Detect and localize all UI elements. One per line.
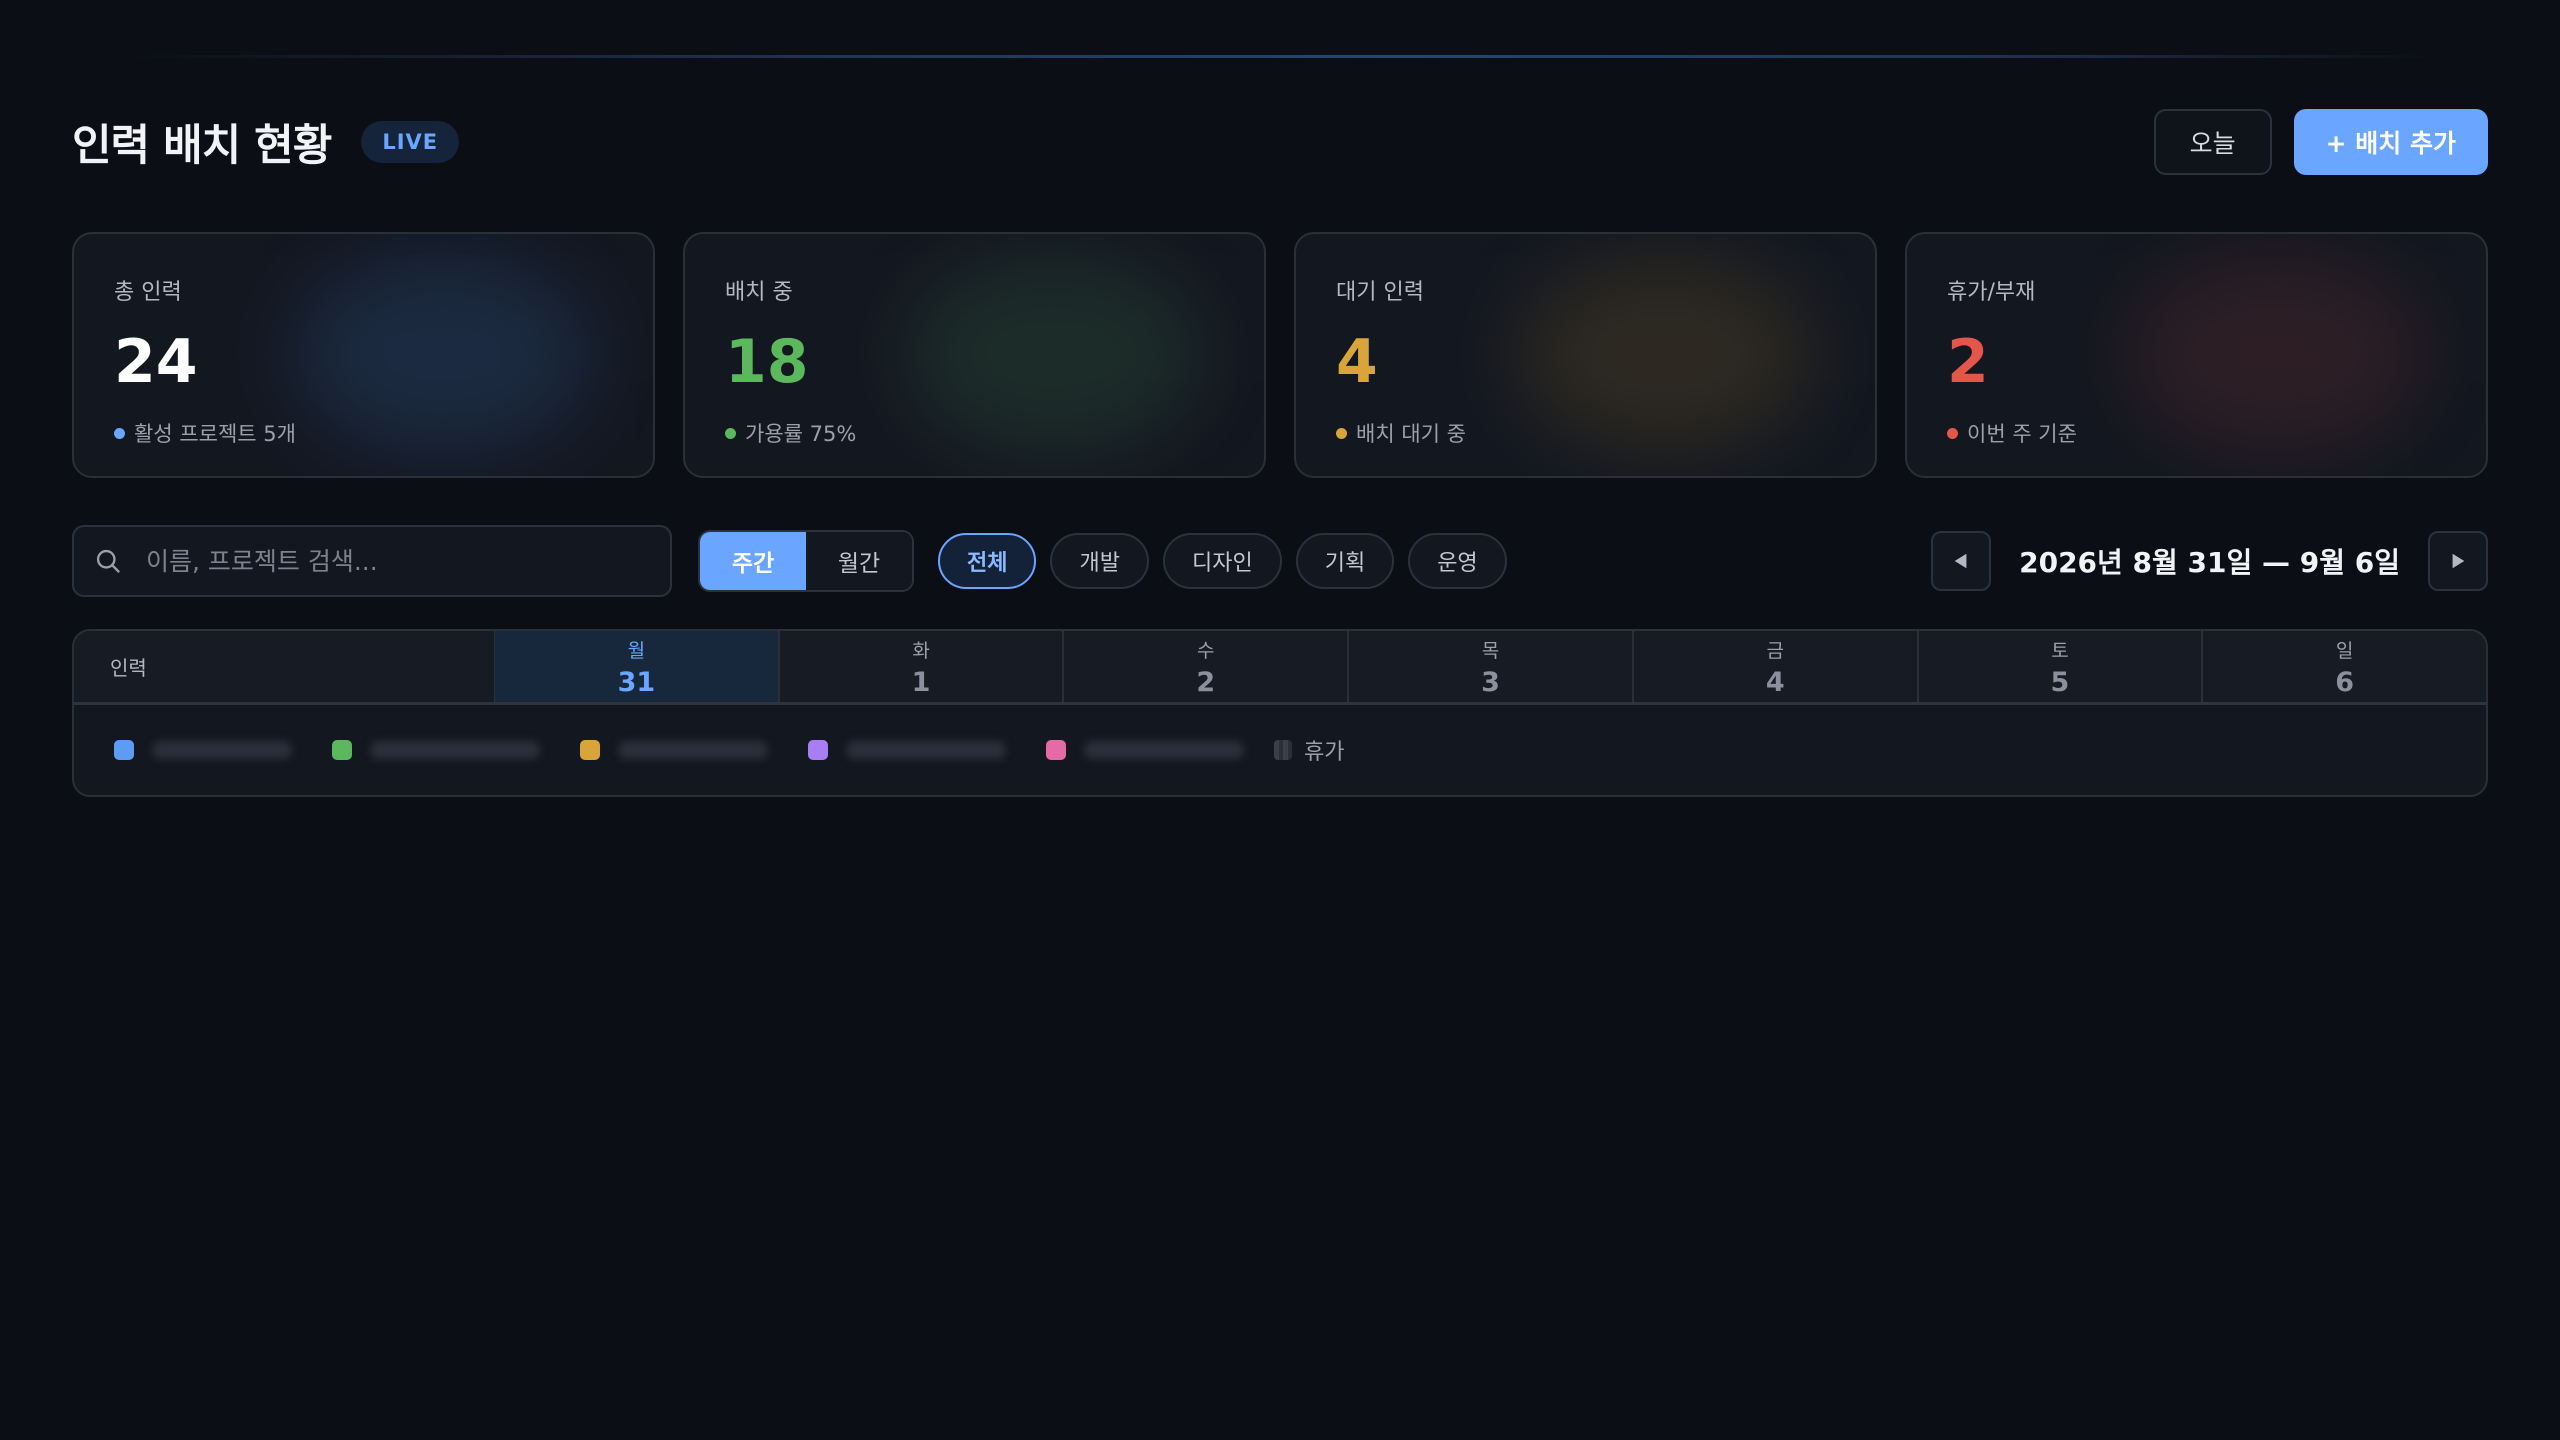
week-range-label: 2026년 8월 31일 — 9월 6일	[2019, 546, 2400, 579]
stat-sub-text: 이번 주 기준	[1967, 422, 2077, 446]
stat-card-assigned: 배치 중 18 가용률 75%	[683, 232, 1266, 478]
leave-pattern-icon	[1274, 740, 1292, 760]
team-filter-chips: 전체 개발 디자인 기획 운영	[938, 533, 1507, 589]
stat-value: 2	[1947, 327, 1989, 397]
status-dot-icon	[1947, 427, 1958, 439]
stat-sub-text: 가용률 75%	[745, 422, 857, 446]
stat-value: 24	[114, 327, 198, 397]
legend-item	[114, 740, 292, 760]
top-accent-line	[120, 55, 2440, 58]
page-title: 인력 배치 현황	[72, 121, 332, 171]
legend-swatch	[114, 740, 134, 760]
next-week-button[interactable]	[2428, 531, 2488, 591]
day-name: 월	[627, 639, 646, 662]
day-column-fri[interactable]: 금 4	[1634, 631, 1919, 702]
stat-cards: 총 인력 24 활성 프로젝트 5개 배치 중 18 가용률 75% 대기 인력…	[72, 232, 2488, 478]
day-number: 5	[2050, 666, 2070, 698]
schedule-grid: 인력 월 31 화 1 수 2 목 3 금 4 토 5 일 6 휴가	[72, 629, 2488, 797]
day-number: 3	[1481, 666, 1500, 698]
stat-label: 배치 중	[725, 280, 793, 305]
status-dot-icon	[114, 427, 125, 439]
filter-chip-dev[interactable]: 개발	[1050, 533, 1149, 589]
legend-item-leave: 휴가	[1274, 734, 1344, 766]
view-mode-toggle: 주간 월간	[698, 530, 914, 592]
legend-swatch	[808, 740, 828, 760]
week-navigation: 2026년 8월 31일 — 9월 6일	[1931, 531, 2488, 591]
legend-label-obscured	[1084, 741, 1244, 759]
stat-sub: 가용률 75%	[725, 418, 1224, 448]
legend-item	[332, 740, 540, 760]
prev-week-button[interactable]	[1931, 531, 1992, 591]
header-actions: 오늘 + 배치 추가	[2153, 109, 2488, 175]
legend-leave-label: 휴가	[1304, 740, 1345, 765]
stat-label: 총 인력	[114, 280, 182, 305]
search-input[interactable]	[146, 546, 626, 576]
stat-sub-text: 배치 대기 중	[1356, 422, 1466, 446]
filter-chip-ops[interactable]: 운영	[1408, 533, 1507, 589]
title-group: 인력 배치 현황 LIVE	[72, 111, 460, 173]
view-weekly-button[interactable]: 주간	[700, 532, 806, 590]
legend-item	[808, 740, 1006, 760]
day-column-wed[interactable]: 수 2	[1064, 631, 1350, 702]
day-column-sun[interactable]: 일 6	[2203, 631, 2486, 702]
person-column-header: 인력	[74, 631, 495, 702]
day-column-mon[interactable]: 월 31	[495, 631, 780, 702]
stat-card-waiting: 대기 인력 4 배치 대기 중	[1294, 232, 1877, 478]
status-dot-icon	[1336, 427, 1347, 439]
toolbar: 주간 월간 전체 개발 디자인 기획 운영 2026년 8월 31일 — 9월 …	[72, 525, 2488, 597]
filter-chip-design[interactable]: 디자인	[1162, 533, 1282, 589]
day-name: 수	[1197, 639, 1215, 662]
legend-label-obscured	[846, 741, 1006, 759]
day-number: 2	[1196, 666, 1216, 698]
legend-swatch	[580, 740, 600, 760]
stat-value: 18	[725, 327, 809, 397]
day-name: 토	[2051, 639, 2069, 662]
status-dot-icon	[725, 427, 736, 439]
today-button[interactable]: 오늘	[2153, 109, 2272, 175]
day-name: 일	[2335, 639, 2354, 662]
live-badge: LIVE	[361, 121, 460, 163]
day-name: 목	[1481, 639, 1500, 662]
legend-swatch	[1046, 740, 1066, 760]
legend-item	[580, 740, 768, 760]
filter-chip-planning[interactable]: 기획	[1295, 533, 1395, 589]
day-name: 금	[1766, 639, 1784, 662]
view-monthly-button[interactable]: 월간	[806, 532, 912, 590]
page-header: 인력 배치 현황 LIVE 오늘 + 배치 추가	[72, 108, 2488, 176]
stat-label: 휴가/부재	[1947, 280, 2036, 305]
legend-label-obscured	[152, 741, 292, 759]
stat-card-leave: 휴가/부재 2 이번 주 기준	[1905, 232, 2488, 478]
stat-sub-text: 활성 프로젝트 5개	[134, 422, 296, 446]
stat-card-total: 총 인력 24 활성 프로젝트 5개	[72, 232, 655, 478]
add-assignment-button[interactable]: + 배치 추가	[2293, 109, 2488, 175]
legend-swatch	[332, 740, 352, 760]
day-number: 1	[911, 666, 931, 698]
search-icon	[96, 549, 120, 573]
grid-header: 인력 월 31 화 1 수 2 목 3 금 4 토 5 일 6	[74, 631, 2486, 705]
day-number: 4	[1765, 666, 1785, 698]
day-column-thu[interactable]: 목 3	[1349, 631, 1634, 702]
stat-sub: 배치 대기 중	[1336, 418, 1835, 448]
legend-label-obscured	[370, 741, 540, 759]
filter-chip-all[interactable]: 전체	[938, 533, 1037, 589]
project-legend: 휴가	[74, 705, 2486, 795]
legend-item	[1046, 740, 1244, 760]
triangle-right-icon	[2452, 553, 2465, 569]
day-number: 6	[2335, 666, 2355, 698]
triangle-left-icon	[1954, 553, 1967, 569]
stat-sub: 이번 주 기준	[1947, 418, 2446, 448]
stat-label: 대기 인력	[1336, 280, 1424, 305]
stat-value: 4	[1336, 327, 1378, 397]
search-box[interactable]	[72, 525, 672, 597]
legend-label-obscured	[618, 741, 768, 759]
stat-sub: 활성 프로젝트 5개	[114, 418, 613, 448]
day-name: 화	[912, 639, 930, 662]
day-column-sat[interactable]: 토 5	[1919, 631, 2204, 702]
day-column-tue[interactable]: 화 1	[780, 631, 1065, 702]
day-number: 31	[617, 666, 656, 698]
